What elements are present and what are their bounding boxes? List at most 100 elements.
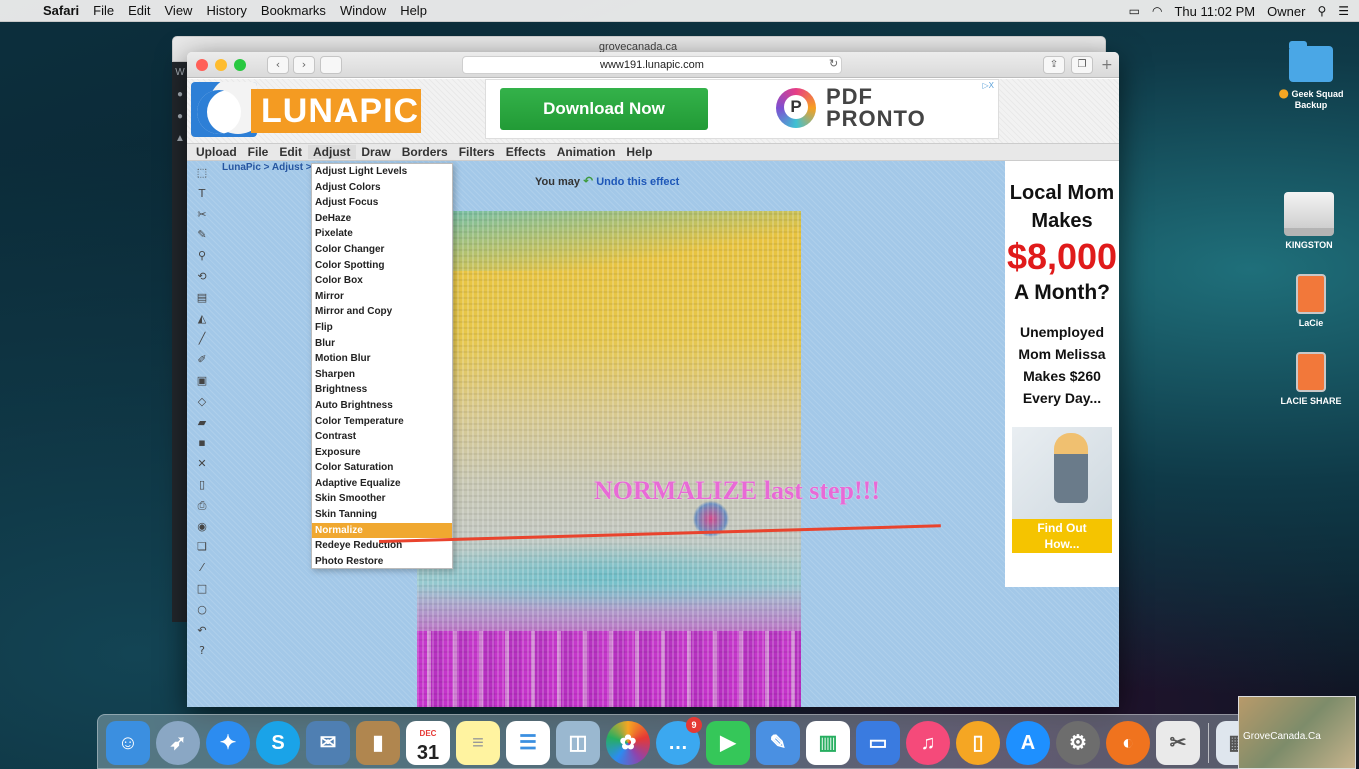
eraser-tool-icon[interactable]: ◇	[191, 392, 213, 413]
menu-edit[interactable]: Edit	[121, 3, 157, 18]
notes-icon[interactable]: ≡	[456, 721, 500, 765]
system-preferences-icon[interactable]: ⚙	[1056, 721, 1100, 765]
contacts-icon[interactable]: ▮	[356, 721, 400, 765]
desktop-icon-kingston[interactable]: KINGSTON	[1264, 192, 1354, 250]
adjust-item[interactable]: Skin Smoother	[312, 491, 452, 507]
adjust-item[interactable]: Adjust Focus	[312, 195, 452, 211]
menu-view[interactable]: View	[158, 3, 200, 18]
adchoices-icon[interactable]: ▷X	[983, 81, 995, 90]
undo-icon[interactable]: ↶	[191, 621, 213, 642]
adjust-item[interactable]: Adjust Light Levels	[312, 164, 452, 180]
draw-line-icon[interactable]: ⁄	[191, 558, 213, 579]
admin-icon[interactable]: ●	[172, 106, 188, 128]
reload-icon[interactable]: ↻	[829, 57, 838, 70]
side-banner-ad[interactable]: Local Mom Makes $8,000 A Month? Unemploy…	[1005, 161, 1119, 587]
messages-icon[interactable]: … 9	[656, 717, 702, 765]
launchpad-icon[interactable]: ➶	[156, 721, 200, 765]
menu-help[interactable]: Help	[393, 3, 434, 18]
facetime-icon[interactable]: ▶	[706, 721, 750, 765]
new-tab-icon[interactable]: +	[1101, 57, 1113, 73]
zoom-tool-icon[interactable]: ⚲	[191, 246, 213, 267]
adjust-item[interactable]: Brightness	[312, 382, 452, 398]
layers-tool-icon[interactable]: ▤	[191, 288, 213, 309]
circle-tool-icon[interactable]: ○	[191, 600, 213, 621]
adjust-item[interactable]: Contrast	[312, 429, 452, 445]
desktop-icon-lacie-share[interactable]: LACIE SHARE	[1266, 352, 1356, 406]
ibooks-icon[interactable]: ▯	[956, 721, 1000, 765]
calendar-icon[interactable]: DEC 31	[406, 721, 450, 765]
help-icon[interactable]: ?	[191, 641, 213, 662]
clock[interactable]: Thu 11:02 PM	[1174, 4, 1255, 19]
download-now-button[interactable]: Download Now	[500, 88, 708, 130]
open-folder-icon[interactable]: ▰	[191, 413, 213, 434]
lunapic-menu-upload[interactable]: Upload	[191, 145, 243, 159]
address-bar[interactable]: www191.lunapic.com	[462, 56, 842, 74]
wordpress-icon[interactable]: W	[172, 62, 188, 84]
numbers-icon[interactable]: ▥	[806, 721, 850, 765]
lunapic-menu-adjust[interactable]: Adjust	[308, 145, 357, 159]
back-arrow-icon[interactable]: ‹	[267, 56, 289, 74]
select-tool-icon[interactable]: ⬚	[191, 163, 213, 184]
menu-history[interactable]: History	[199, 3, 253, 18]
rotate-tool-icon[interactable]: ⟲	[191, 267, 213, 288]
lunapic-menu-effects[interactable]: Effects	[501, 145, 552, 159]
adjust-item-normalize[interactable]: Normalize	[312, 522, 452, 539]
adjust-item[interactable]: Adaptive Equalize	[312, 476, 452, 492]
preview-icon[interactable]: ✉	[306, 721, 350, 765]
scissors-app-icon[interactable]: ✂	[1156, 721, 1200, 765]
print-icon[interactable]: ⎙	[191, 496, 213, 517]
share-icon[interactable]: ⇪	[1043, 56, 1065, 74]
desktop-icon-geek-squad[interactable]: ● Geek Squad Backup	[1266, 41, 1356, 110]
menu-file[interactable]: File	[86, 3, 121, 18]
breadcrumb[interactable]: LunaPic > Adjust >	[222, 162, 312, 173]
close-x-icon[interactable]: ✕	[191, 454, 213, 475]
zoom-window-button[interactable]	[234, 59, 246, 71]
adjust-item[interactable]: Exposure	[312, 445, 452, 461]
adjust-item[interactable]: Motion Blur	[312, 351, 452, 367]
keynote-icon[interactable]: ▭	[856, 721, 900, 765]
lunapic-menu-draw[interactable]: Draw	[356, 145, 396, 159]
adjust-item[interactable]: Mirror and Copy	[312, 304, 452, 320]
reminders-icon[interactable]: ☰	[506, 721, 550, 765]
undo-effect-link[interactable]: Undo this effect	[596, 176, 679, 188]
screenshot-thumbnail[interactable]: GroveCanada.Ca	[1238, 696, 1356, 769]
app-store-icon[interactable]: A	[1006, 721, 1050, 765]
adjust-item[interactable]: Pixelate	[312, 226, 452, 242]
image-capture-icon[interactable]: ◫	[556, 721, 600, 765]
adjust-item[interactable]: Sharpen	[312, 367, 452, 383]
text-tool-icon[interactable]: T	[191, 184, 213, 205]
adjust-item[interactable]: Color Box	[312, 273, 452, 289]
pencil-tool-icon[interactable]: ✎	[191, 225, 213, 246]
save-disk-icon[interactable]: ▪	[191, 433, 213, 454]
copy-icon[interactable]: ❏	[191, 537, 213, 558]
menu-bookmarks[interactable]: Bookmarks	[254, 3, 333, 18]
adjust-item[interactable]: Mirror	[312, 289, 452, 305]
top-banner-ad[interactable]: Download Now PDF PRONTO ▷X	[485, 79, 999, 139]
adjust-item[interactable]: Skin Tanning	[312, 507, 452, 523]
desktop-icon-lacie[interactable]: LaCie	[1266, 274, 1356, 328]
adjust-item[interactable]: Color Temperature	[312, 414, 452, 430]
camera-icon[interactable]: ◉	[191, 517, 213, 538]
admin-icon[interactable]: ▲	[172, 128, 188, 150]
adjust-item[interactable]: Adjust Colors	[312, 180, 452, 196]
adjust-item[interactable]: Color Changer	[312, 242, 452, 258]
sidebar-toggle-icon[interactable]	[320, 56, 342, 74]
lunapic-menu-file[interactable]: File	[243, 145, 275, 159]
finder-icon[interactable]: ☺	[106, 721, 150, 765]
rectangle-tool-icon[interactable]: □	[191, 579, 213, 600]
pages-icon[interactable]: ✎	[756, 721, 800, 765]
itunes-icon[interactable]: ♫	[906, 721, 950, 765]
fill-tool-icon[interactable]: ◭	[191, 309, 213, 330]
image-tool-icon[interactable]: ▣	[191, 371, 213, 392]
skype-icon[interactable]: S	[256, 721, 300, 765]
safari-icon[interactable]: ✦	[206, 721, 250, 765]
airplay-icon[interactable]: ▭	[1129, 4, 1140, 18]
user-menu[interactable]: Owner	[1267, 4, 1305, 19]
admin-icon[interactable]: ●	[172, 84, 188, 106]
lunapic-menu-animation[interactable]: Animation	[552, 145, 622, 159]
document-icon[interactable]: ▯	[191, 475, 213, 496]
adjust-item[interactable]: Photo Restore	[312, 554, 452, 570]
menu-window[interactable]: Window	[333, 3, 393, 18]
close-window-button[interactable]	[196, 59, 208, 71]
adjust-item[interactable]: Blur	[312, 336, 452, 352]
